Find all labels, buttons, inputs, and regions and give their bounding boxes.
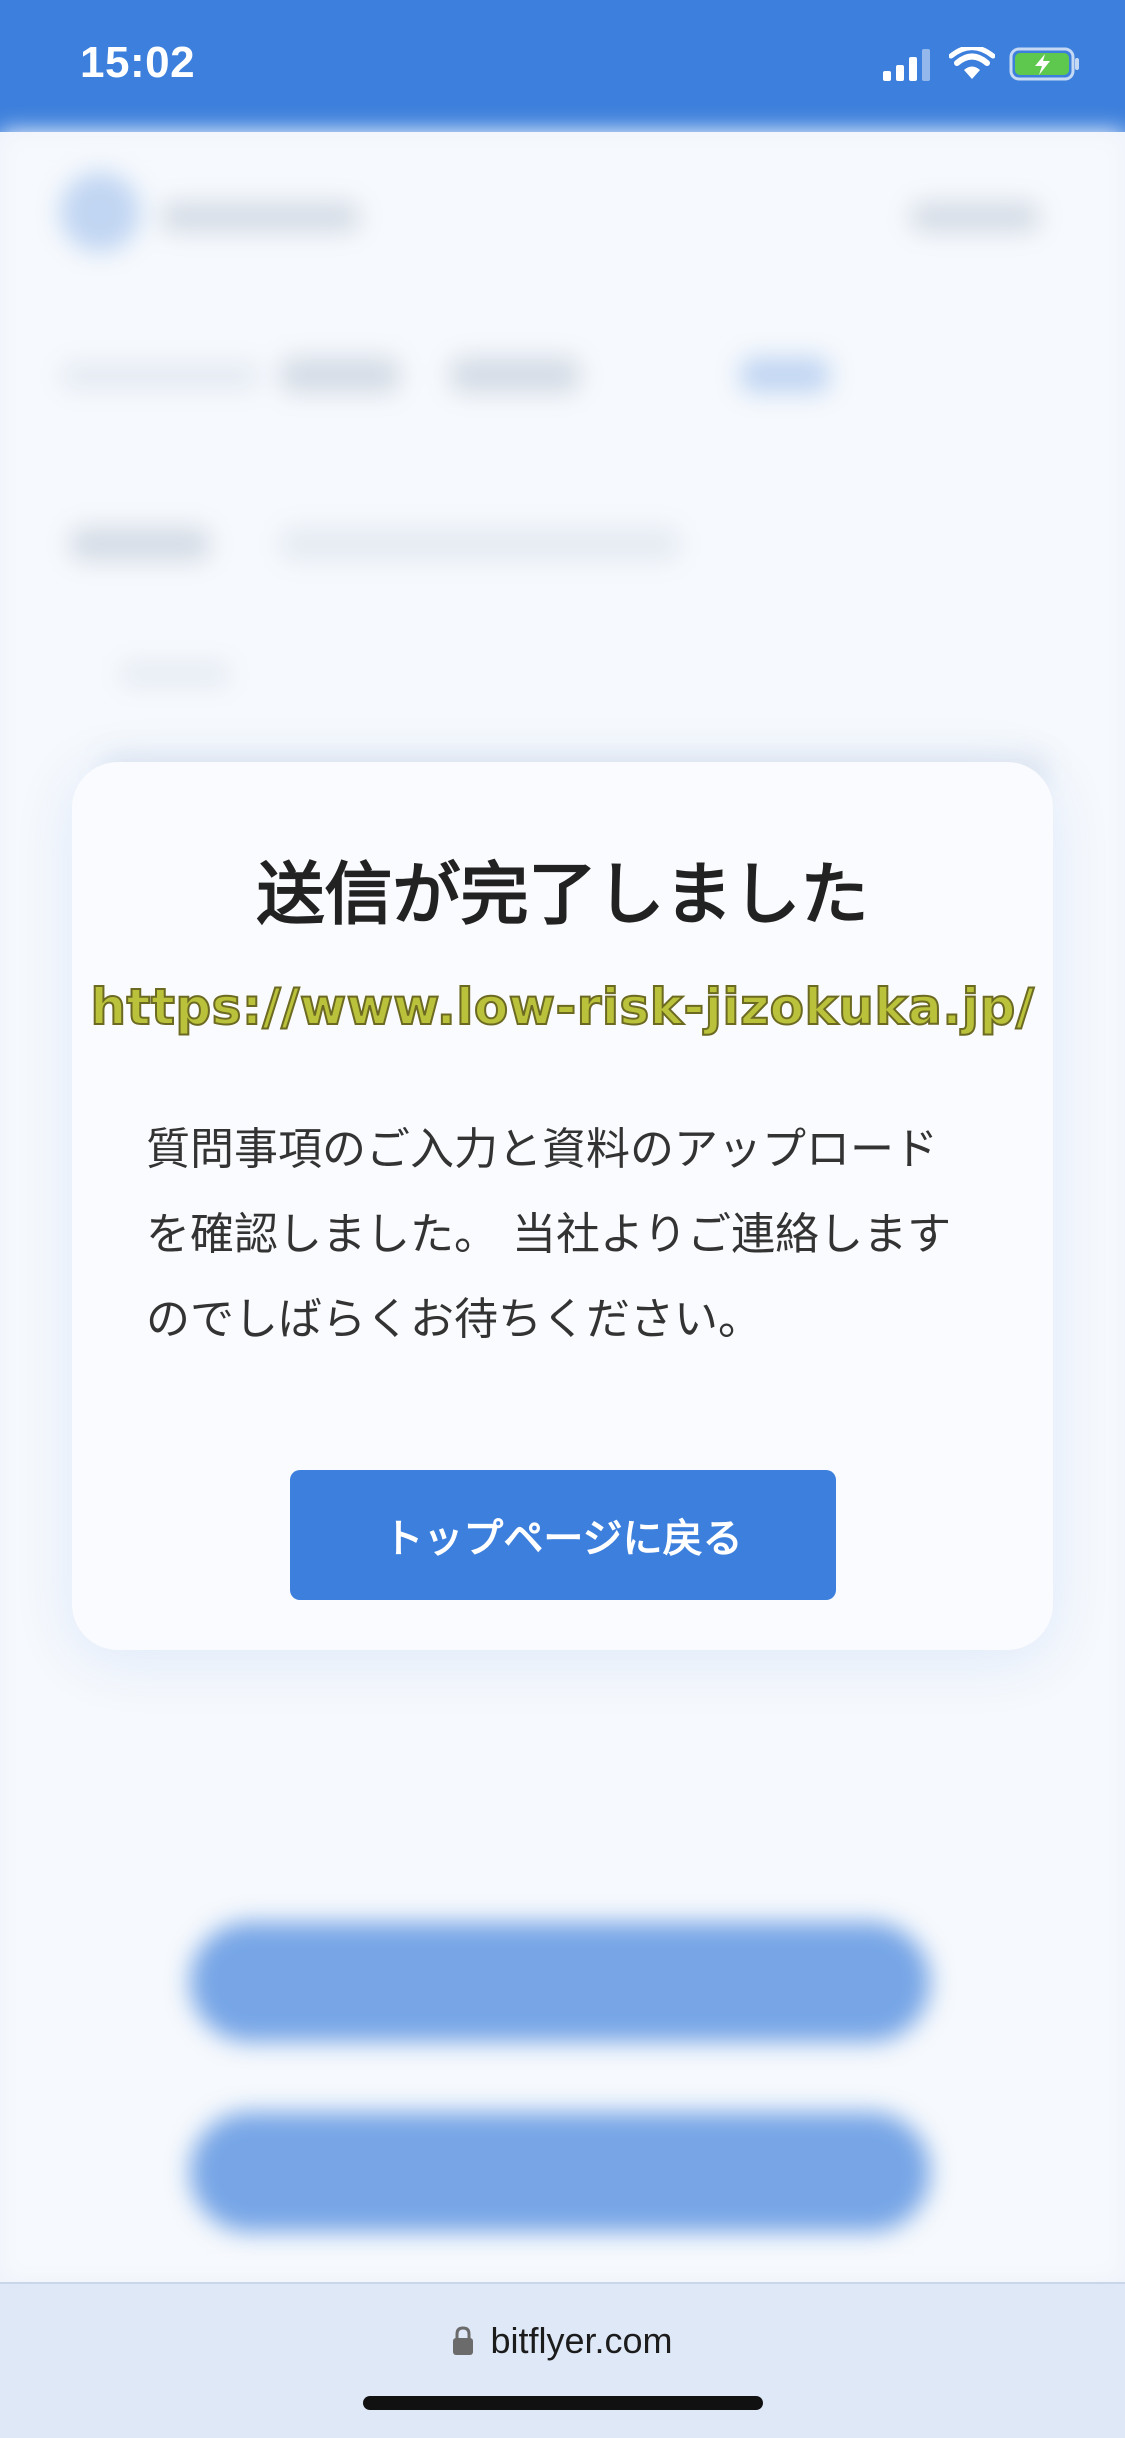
signal-icon [883, 49, 930, 81]
browser-url-bar[interactable]: bitflyer.com [0, 2282, 1125, 2438]
completion-modal: 送信が完了しました https://www.low-risk-jizokuka.… [72, 762, 1053, 1650]
back-to-top-button[interactable]: トップページに戻る [290, 1470, 836, 1600]
modal-title: 送信が完了しました [256, 856, 869, 935]
status-time: 15:02 [80, 38, 196, 87]
status-icons [883, 46, 1081, 82]
modal-message: 質問事項のご入力と資料のアップロード を確認しました。 当社よりご連絡します の… [146, 1124, 952, 1345]
status-bar: 15:02 [0, 0, 1125, 132]
watermark-url: https://www.low-risk-jizokuka.jp/ [89, 978, 1035, 1036]
lock-icon [453, 2326, 474, 2355]
home-indicator[interactable] [363, 2396, 763, 2410]
url-content[interactable]: bitflyer.com [0, 2320, 1125, 2362]
wifi-icon [949, 47, 995, 79]
url-domain[interactable]: bitflyer.com [490, 2320, 672, 2362]
battery-charging-icon [1009, 47, 1079, 81]
